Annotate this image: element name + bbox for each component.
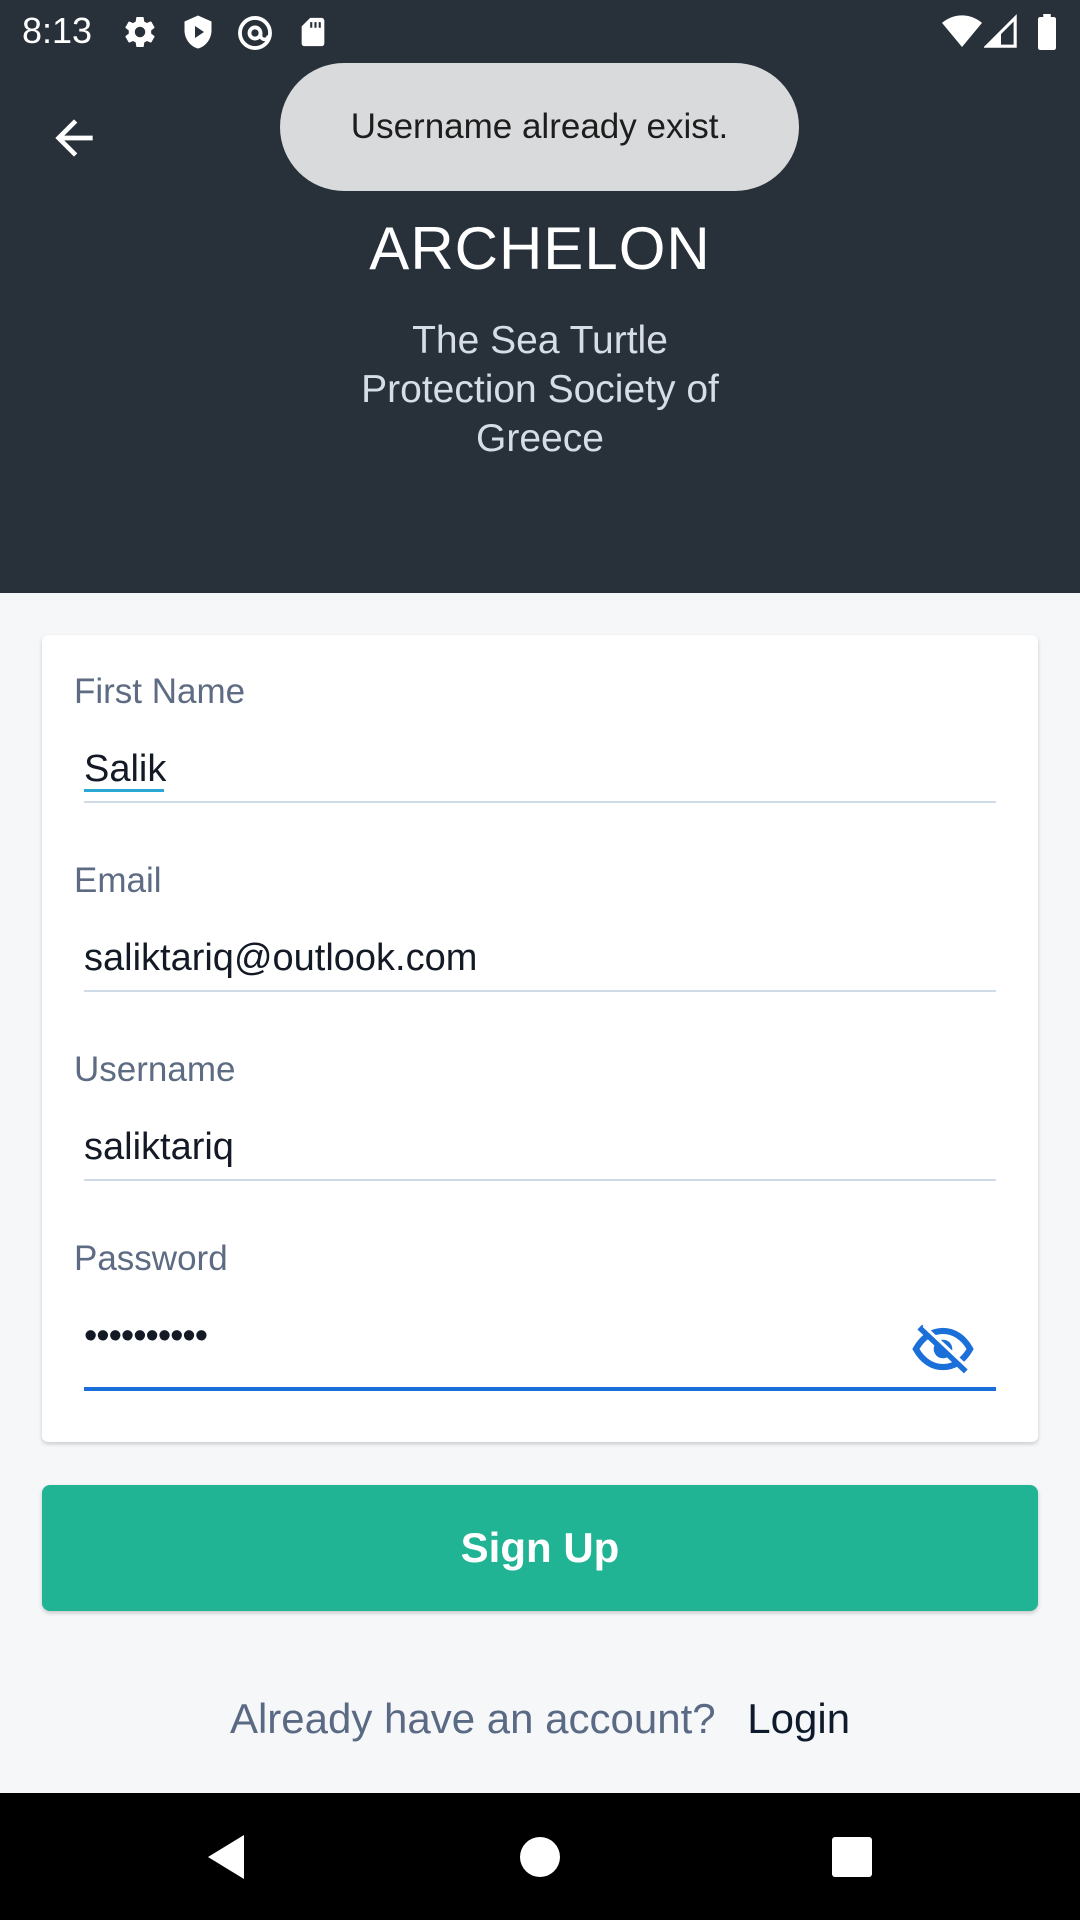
email-label: Email [74,861,162,900]
sign-up-button[interactable]: Sign Up [42,1485,1038,1611]
wifi-icon [942,15,982,48]
first-name-label: First Name [74,672,246,711]
first-name-underline [84,801,996,803]
toast-message: Username already exist. [280,63,799,191]
password-label: Password [74,1239,228,1278]
login-question: Already have an account? [229,1695,716,1742]
login-link[interactable]: Login [747,1695,850,1742]
app-header: 8:13 Username already exist. ARCHELON Th… [0,0,1080,593]
password-underline [84,1387,996,1391]
status-bar: 8:13 [0,0,1080,64]
sd-card-icon [301,17,325,47]
home-circle-icon[interactable] [518,1833,562,1881]
email-field[interactable]: saliktariq@outlook.com [84,937,477,980]
shield-icon [184,15,212,49]
signal-icon [984,14,1017,48]
gear-icon [125,17,155,48]
brand-subtitle: The Sea Turtle Protection Society of Gre… [361,319,719,460]
battery-icon [1038,14,1056,50]
email-underline [84,990,996,992]
status-time: 8:13 [22,10,93,51]
at-sign-icon [238,16,272,50]
login-prompt: Already have an account? Login [0,1695,1080,1743]
recents-square-icon[interactable] [830,1833,874,1881]
system-nav-bar [0,1793,1080,1920]
brand-title: ARCHELON [369,215,711,282]
first-name-field[interactable]: Salik [84,748,166,791]
spellcheck-underline [84,789,164,792]
username-label: Username [74,1050,236,1089]
password-field[interactable]: •••••••••• [84,1315,208,1358]
username-field[interactable]: saliktariq [84,1126,234,1169]
back-triangle-icon[interactable] [204,1833,248,1881]
eye-off-icon[interactable] [912,1323,974,1375]
registration-form-card: First Name Salik Email saliktariq@outloo… [42,635,1038,1442]
username-underline [84,1179,996,1181]
